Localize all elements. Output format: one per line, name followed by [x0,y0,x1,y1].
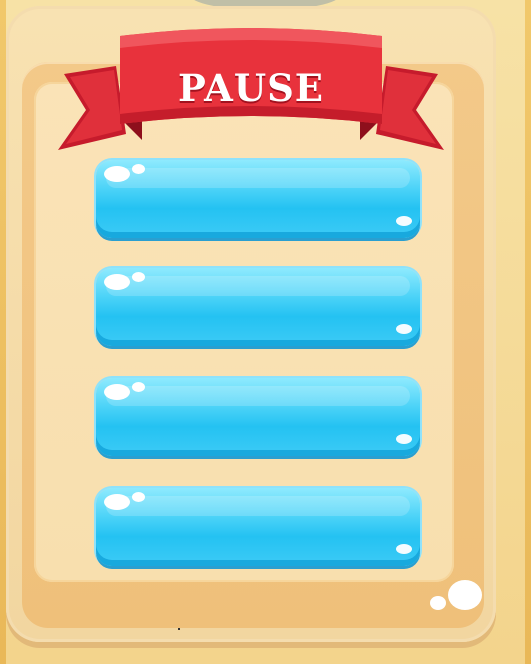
gloss-highlight-icon [396,324,412,334]
button-sheen [106,496,410,516]
pause-menu-button-1[interactable] [96,160,420,238]
gloss-highlight-icon [132,492,145,502]
pause-menu-button-2[interactable] [96,268,420,346]
bubble-decoration-icon [430,596,446,610]
pause-menu-button-4[interactable] [96,488,420,566]
gloss-highlight-icon [396,216,412,226]
button-sheen [106,386,410,406]
game-stage: PAUSE [0,0,531,664]
gloss-highlight-icon [104,166,130,182]
gloss-highlight-icon [104,494,130,510]
background-edge-right [525,0,531,664]
pause-menu-button-3[interactable] [96,378,420,456]
bubble-decoration-icon [448,580,482,610]
title-ribbon: PAUSE [56,22,446,162]
gloss-highlight-icon [132,272,145,282]
gloss-highlight-icon [396,434,412,444]
pause-title: PAUSE [177,66,325,110]
gloss-highlight-icon [132,382,145,392]
button-sheen [106,276,410,296]
speck-decoration [178,628,180,630]
gloss-highlight-icon [396,544,412,554]
button-sheen [106,168,410,188]
gloss-highlight-icon [104,274,130,290]
gloss-highlight-icon [104,384,130,400]
gloss-highlight-icon [132,164,145,174]
